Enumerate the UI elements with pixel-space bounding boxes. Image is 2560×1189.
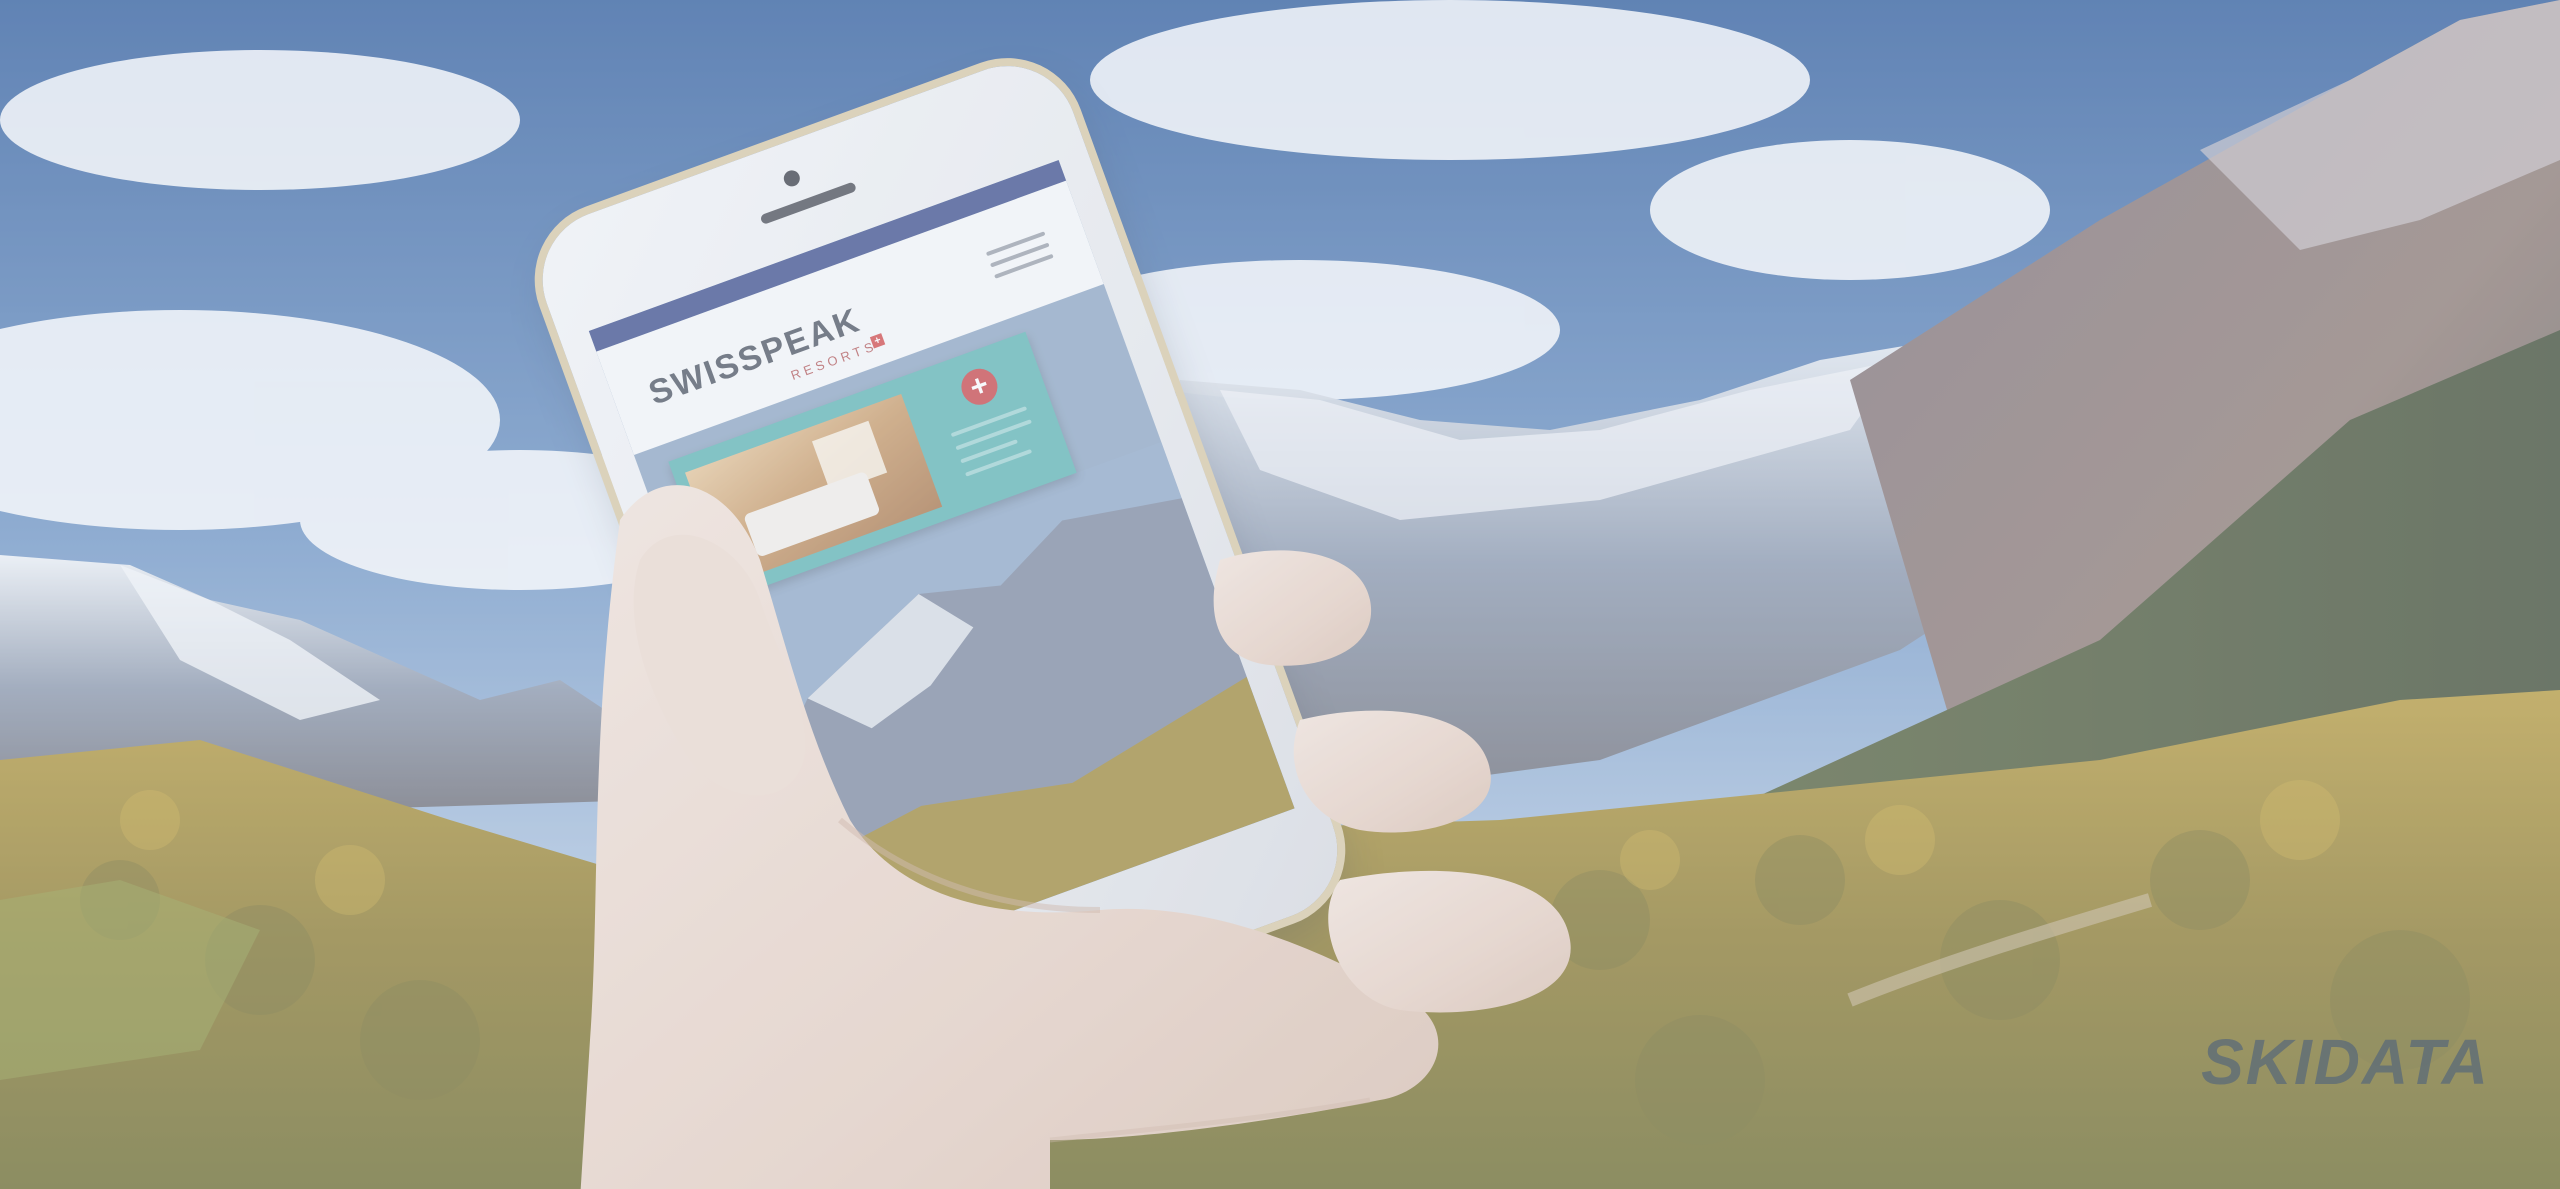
hamburger-menu-icon[interactable]	[985, 231, 1059, 294]
swiss-flag-icon: +	[869, 333, 886, 349]
photo-scene: SWISSPEAK RESORTS + + SKIDATA	[0, 0, 2560, 1189]
menu-line	[994, 253, 1054, 279]
menu-line	[985, 231, 1046, 257]
skidata-watermark: SKIDATA	[2201, 1026, 2490, 1098]
plus-icon[interactable]: +	[956, 363, 1003, 410]
promo-text-line	[955, 419, 1032, 451]
room-bed	[743, 470, 881, 558]
promo-text-line	[950, 406, 1028, 438]
menu-line	[989, 242, 1050, 268]
alpine-landscape-background	[0, 0, 2560, 1189]
